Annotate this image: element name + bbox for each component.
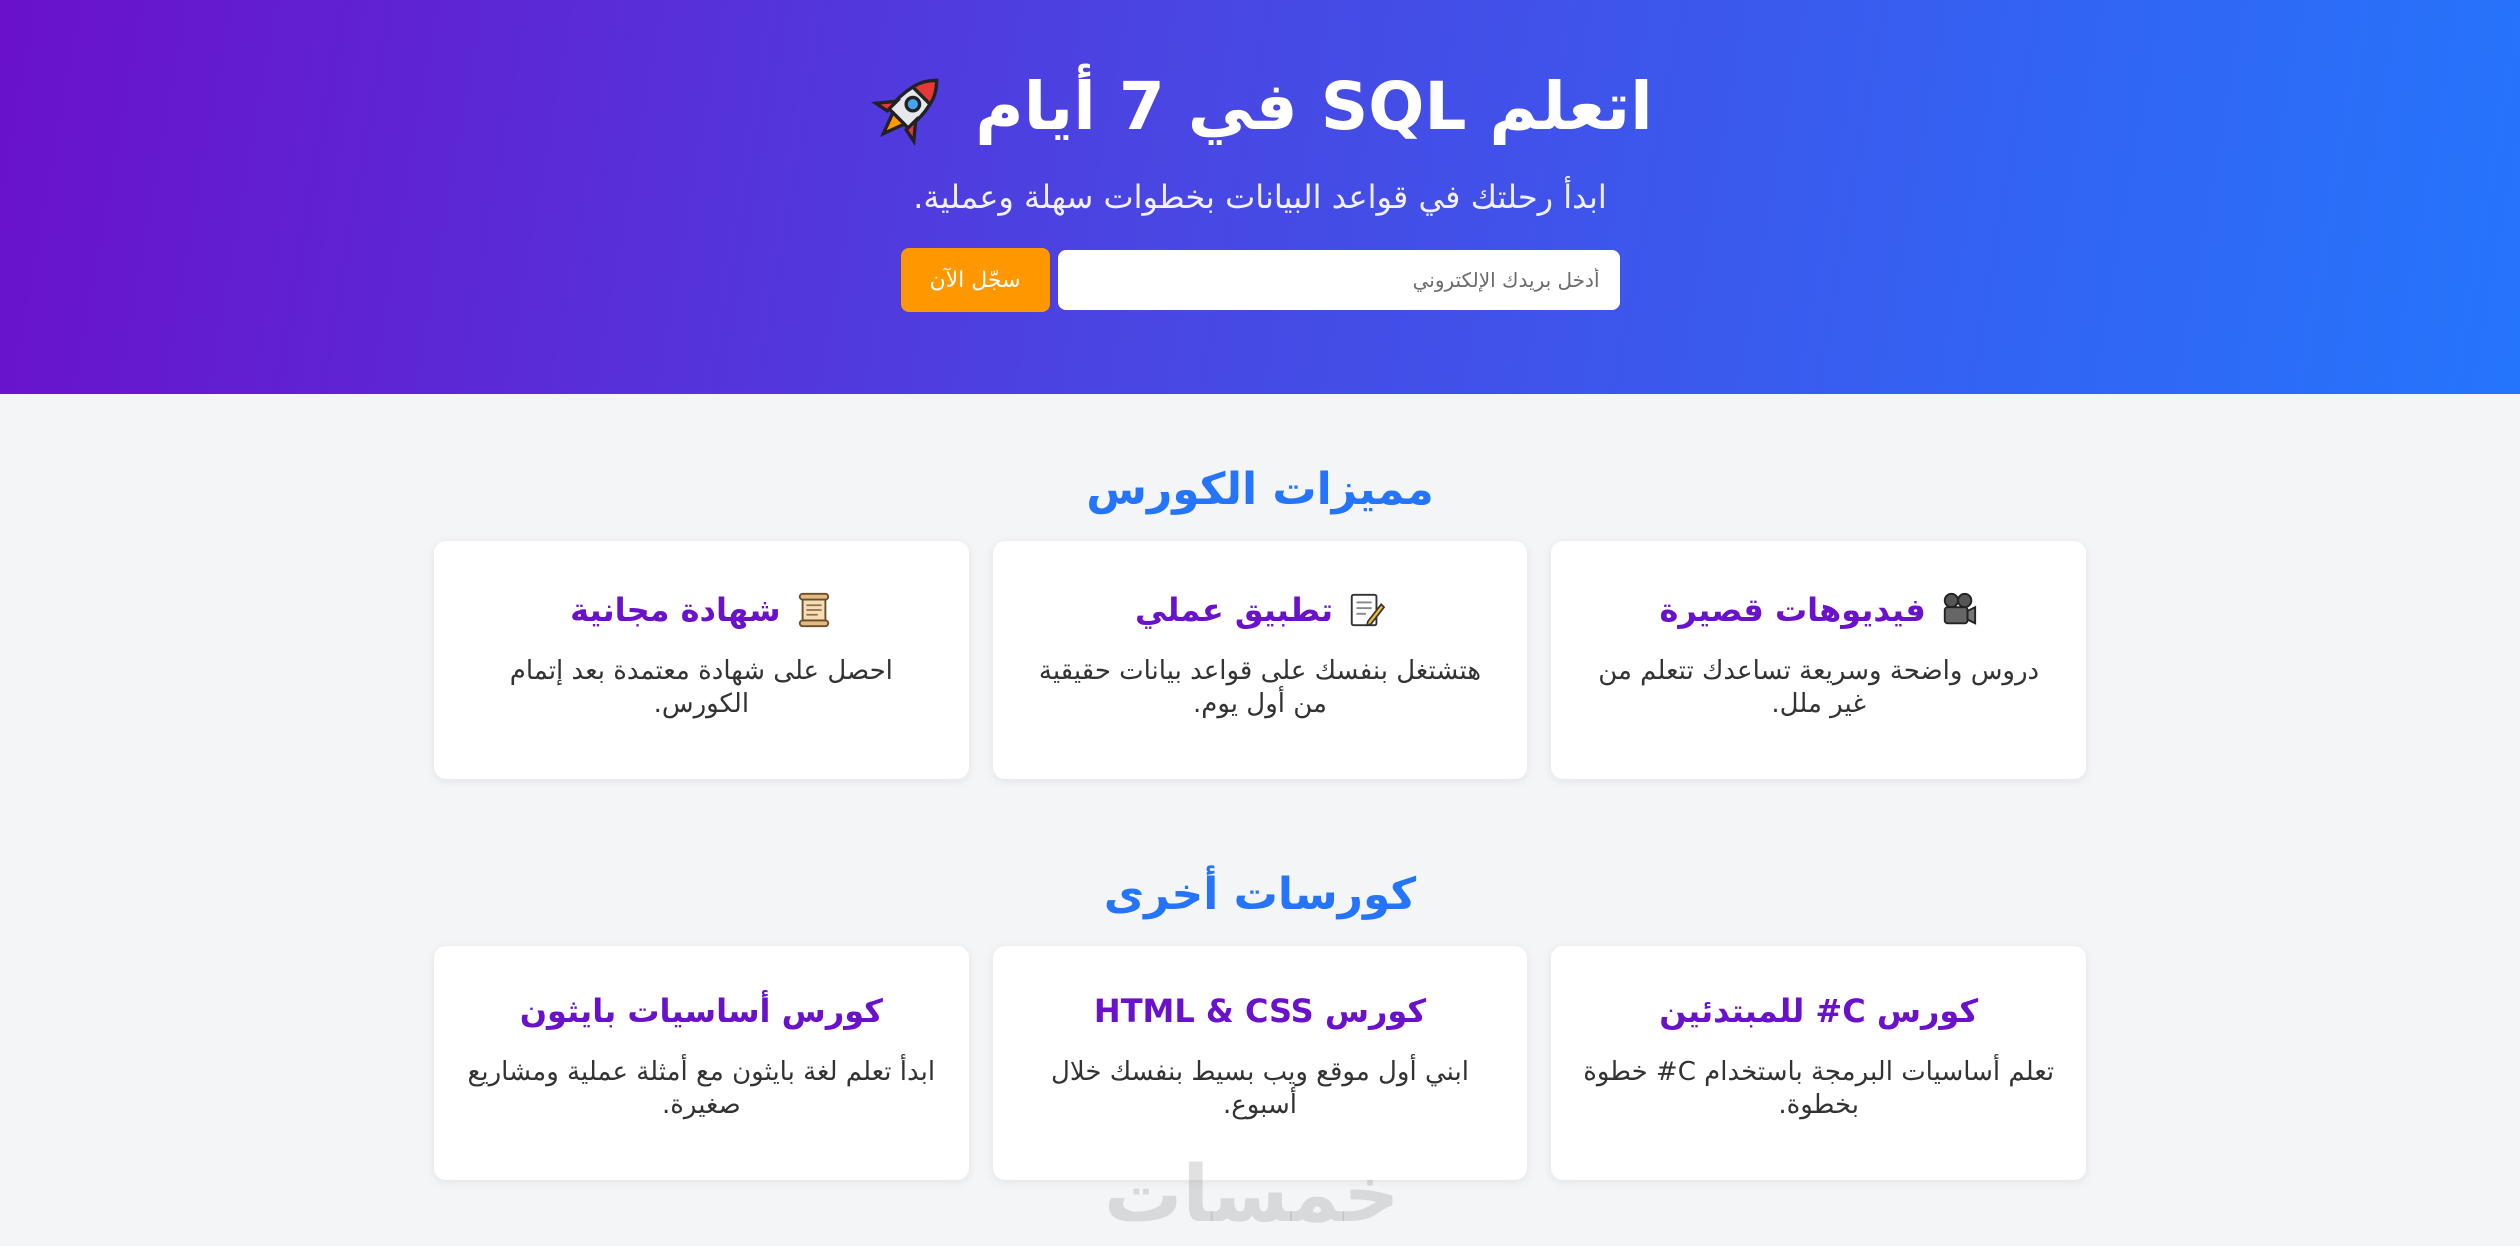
features-cards: فيديوهات قصيرة دروس واضحة وسريعة تساعدك … [433,541,2086,779]
feature-card-text: دروس واضحة وسريعة تساعدك تتعلم من غير مل… [1598,656,2040,719]
page-title: اتعلم SQL في 7 أيام [0,64,2520,150]
features-title: مميزات الكورس [1086,464,1434,515]
courses-title: كورسات أخرى [1103,869,1417,920]
course-card[interactable]: كورس HTML & CSS ابني أول موقع ويب بسيط ب… [992,946,1528,1180]
feature-card-title-text: شهادة مجانية [570,591,781,629]
features-section: مميزات الكورس فيديوهات قصيرة دروس واضحة … [0,464,2520,779]
feature-card-title: فيديوهات قصيرة [1581,591,2056,629]
course-card-text: تعلم أساسيات البرمجة باستخدام C# خطوة بخ… [1583,1057,2055,1120]
course-card-title: كورس HTML & CSS [1093,992,1427,1030]
rocket-icon [867,64,953,150]
hero-subtitle: ابدأ رحلتك في قواعد البيانات بخطوات سهلة… [913,178,1607,216]
course-card-title: كورس C# للمبتدئين [1659,992,1979,1030]
courses-cards: كورس C# للمبتدئين تعلم أساسيات البرمجة ب… [433,946,2086,1180]
course-card[interactable]: كورس C# للمبتدئين تعلم أساسيات البرمجة ب… [1551,946,2086,1180]
email-input[interactable] [1057,250,1620,310]
course-card[interactable]: كورس أساسيات بايثون ابدأ تعلم لغة بايثون… [433,946,969,1180]
course-card-title: كورس أساسيات بايثون [519,992,883,1030]
feature-card-text: هتشتغل بنفسك على قواعد بيانات حقيقية من … [1038,656,1482,719]
film-camera-icon [1940,591,1978,629]
feature-card-title: شهادة مجانية [464,591,939,629]
signup-form: سجّل الآن [0,248,2520,312]
course-card-text: ابني أول موقع ويب بسيط بنفسك خلال أسبوع. [1051,1057,1469,1120]
feature-card: تطبيق عملي هتشتغل بنفسك على قواعد بيانات… [992,541,1528,779]
hero-title-text: اتعلم SQL في 7 أيام [975,67,1653,145]
course-card-text: ابدأ تعلم لغة بايثون مع أمثلة عملية ومشا… [467,1057,936,1120]
scroll-icon [795,591,833,629]
feature-card: فيديوهات قصيرة دروس واضحة وسريعة تساعدك … [1551,541,2086,779]
feature-card-title-text: تطبيق عملي [1134,591,1334,629]
courses-section: كورسات أخرى كورس C# للمبتدئين تعلم أساسي… [0,869,2520,1180]
register-button[interactable]: سجّل الآن [900,248,1050,312]
feature-card: شهادة مجانية احصل على شهادة معتمدة بعد إ… [433,541,969,779]
feature-card-text: احصل على شهادة معتمدة بعد إتمام الكورس. [509,656,893,719]
feature-card-title-text: فيديوهات قصيرة [1659,591,1926,629]
feature-card-title: تطبيق عملي [1023,591,1498,629]
memo-icon [1347,591,1386,629]
hero-section: اتعلم SQL في 7 أيام ابدأ رحلتك في قواعد … [0,0,2520,394]
